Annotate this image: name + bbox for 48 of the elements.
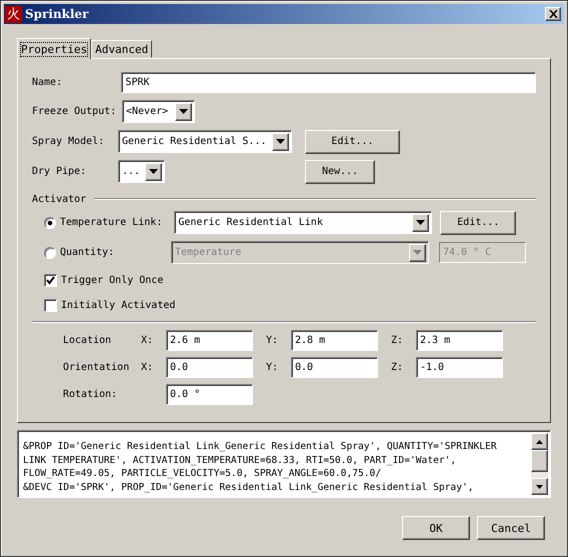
field-label: Spray Model: <box>32 136 106 147</box>
checkbox-label: Trigger Only Once <box>61 274 164 286</box>
checkbox[interactable] <box>44 274 57 286</box>
tab[interactable]: Advanced <box>91 40 152 58</box>
coordinate-field[interactable]: -1.0 <box>416 357 503 378</box>
field-label: Location <box>63 335 112 346</box>
edit-button[interactable]: Edit... <box>305 130 400 154</box>
checkbox[interactable] <box>44 298 57 312</box>
window-title: Sprinkler <box>25 7 88 21</box>
coordinate-field[interactable]: 0.0 ° <box>166 384 253 405</box>
coordinate-field[interactable]: 2.3 m <box>416 330 503 351</box>
group-title: Activator <box>32 194 86 204</box>
new-button[interactable]: New... <box>305 160 375 184</box>
fds-output-text: &PROP ID='Generic Residential Link_Generic Residential Spray', QUANTITY='SPRINKLER LINK TEMPERATURE', ACTIVATION_TEMPERATURE=68.33, RTI=50.0, PART_ID='Water', FLOW_RATE=49.05, PARTICLE_VELOCITY=5.0, SPRAY_ANGLE=60.0,75.0/ &DEVC ID='SPRK', PROP_ID='Generic Residential Link_Generic Residential Spray', <box>22 440 498 495</box>
axis-label: X: <box>141 362 154 373</box>
close-button[interactable] <box>545 7 561 21</box>
axis-label: X: <box>141 335 154 346</box>
close-icon <box>548 10 558 18</box>
dry-pipe-dropdown[interactable]: ... <box>118 160 165 183</box>
coordinate-field[interactable]: 0.0 <box>291 357 378 378</box>
ok-button[interactable]: OK <box>402 516 470 540</box>
field-label: Dry Pipe: <box>32 166 88 177</box>
field-label: Orientation <box>63 362 130 373</box>
tab[interactable]: Properties <box>17 38 92 59</box>
option-label: Quantity: <box>60 247 116 258</box>
field-label: Freeze Output: <box>32 106 118 117</box>
cancel-button[interactable]: Cancel <box>477 516 545 540</box>
axis-label: Z: <box>391 362 404 373</box>
field-label: Rotation: <box>63 389 118 400</box>
freeze-output-dropdown[interactable]: <Never> <box>122 100 195 123</box>
field-label: Name: <box>32 77 64 88</box>
spray-model-dropdown[interactable]: Generic Residential S... <box>118 130 292 153</box>
temperature-link-dropdown[interactable]: Generic Residential Link <box>174 211 432 234</box>
option-label: Temperature Link: <box>60 217 162 228</box>
scroll-up-arrow-icon[interactable] <box>536 440 543 444</box>
coordinate-field[interactable]: 0.0 <box>166 357 253 378</box>
coordinate-field[interactable]: 2.8 m <box>291 330 378 351</box>
app-icon: 火 <box>5 6 22 22</box>
radio-button[interactable] <box>44 216 56 228</box>
axis-label: Y: <box>266 362 278 373</box>
edit-button[interactable]: Edit... <box>440 210 516 234</box>
checkbox-label: Initially Activated <box>61 300 176 310</box>
name-field[interactable]: SPRK <box>121 72 536 93</box>
scroll-down-arrow-icon[interactable] <box>536 484 543 488</box>
axis-label: Y: <box>266 335 278 346</box>
coordinate-field[interactable]: 2.6 m <box>166 330 253 351</box>
scrollbar[interactable] <box>531 433 548 495</box>
axis-label: Z: <box>391 335 404 346</box>
